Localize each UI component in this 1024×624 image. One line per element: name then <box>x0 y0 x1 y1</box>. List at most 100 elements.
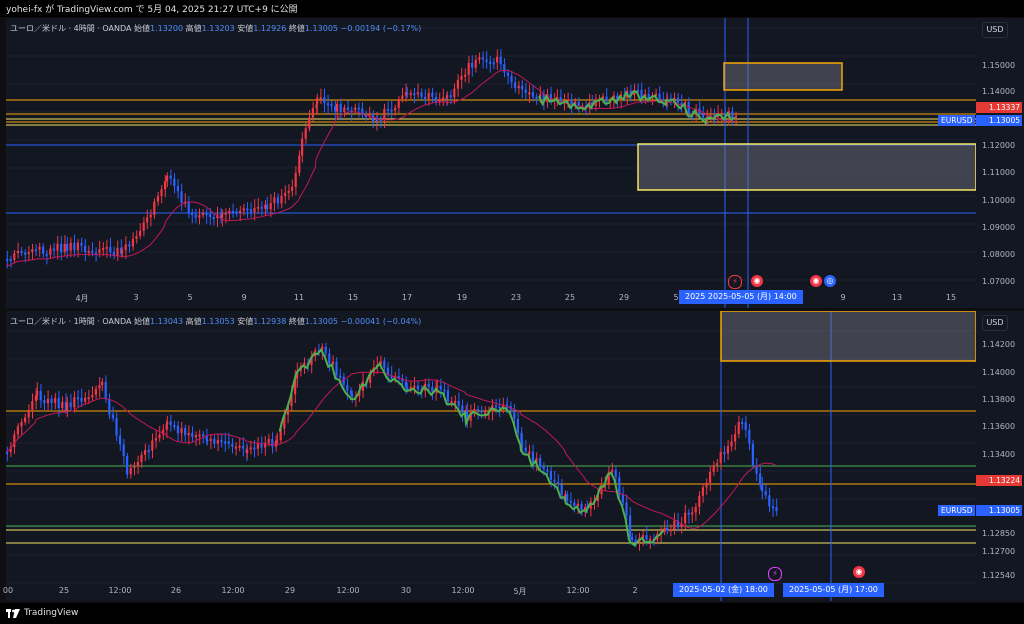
candle-body <box>291 186 294 191</box>
candle-body <box>775 506 778 512</box>
candle-body <box>42 246 45 254</box>
candle-body <box>34 395 37 402</box>
candle-body <box>69 402 72 408</box>
candle-body <box>397 98 400 108</box>
candle-body <box>154 438 157 441</box>
time-label: 29 <box>618 293 630 302</box>
high-value: 1.13053 <box>201 317 235 326</box>
candle-body <box>764 491 767 496</box>
candle-body <box>94 388 97 395</box>
candle-body <box>124 244 127 251</box>
candle-body <box>449 95 452 98</box>
candle-body <box>153 201 156 215</box>
time-label: 25 <box>58 586 70 595</box>
price-tag-current: 1.13005 <box>976 115 1022 126</box>
candle-body <box>467 62 470 75</box>
candle-body <box>280 195 283 204</box>
time-label: 11 <box>293 293 305 302</box>
candle-body <box>316 97 319 105</box>
candle-body <box>231 210 234 213</box>
tradingview-logo-icon <box>6 609 20 618</box>
candle-body <box>135 235 138 239</box>
close-value: 1.13005 <box>304 317 339 326</box>
candle-body <box>566 494 569 501</box>
candle-body <box>734 434 737 442</box>
candle-body <box>416 385 419 390</box>
candle-body <box>471 62 474 68</box>
candle-body <box>427 383 430 388</box>
candle-body <box>242 208 245 211</box>
candle-body <box>256 443 259 449</box>
candle-body <box>257 206 260 209</box>
time-label: 25 <box>564 293 576 302</box>
time-label: 12:00 <box>451 586 475 595</box>
price-axis-4h[interactable]: USD 1.15000 1.14000 1.12000 1.11000 1.10000 1… <box>938 18 1024 308</box>
candle-body <box>709 471 712 483</box>
candle-body <box>336 103 339 112</box>
candle-body <box>46 398 49 404</box>
price-tag-red: 1.13224 <box>976 475 1022 486</box>
candle-body <box>108 398 111 415</box>
candle-body <box>741 422 744 425</box>
candle-body <box>16 250 19 254</box>
symbol-tag: EURUSD <box>938 115 976 126</box>
candle-body <box>116 247 119 256</box>
low-value: 1.12938 <box>253 317 287 326</box>
chart-1h-canvas[interactable] <box>6 311 976 601</box>
candle-body <box>63 243 66 253</box>
price-tag-red: 1.13337 <box>976 102 1022 113</box>
price-label: 1.11000 <box>982 168 1016 177</box>
candle-body <box>220 440 223 443</box>
candle-body <box>498 406 501 409</box>
currency-button[interactable]: USD <box>982 22 1008 38</box>
price-axis-1h[interactable]: USD 1.14200 1.14000 1.13800 1.13600 1.13400 1… <box>938 311 1024 601</box>
candle-body <box>549 471 552 480</box>
candle-body <box>160 189 163 196</box>
candle-body <box>34 249 37 252</box>
candle-body <box>503 64 506 73</box>
candle-body <box>528 92 531 95</box>
time-label: 29 <box>284 586 296 595</box>
candle-body <box>191 213 194 216</box>
chart-4h-canvas[interactable] <box>6 18 976 308</box>
candle-body <box>443 389 446 392</box>
candle-body <box>104 381 107 399</box>
zone-box <box>637 143 976 191</box>
candle-body <box>126 455 129 475</box>
candle-body <box>128 244 131 247</box>
candle-body <box>631 536 634 540</box>
candle-body <box>180 191 183 203</box>
chart-4h[interactable]: ユーロ／米ドル · 4時間 · OANDA 始値1.13200 高値1.1320… <box>6 18 976 308</box>
candle-body <box>726 446 729 454</box>
candle-body <box>404 381 407 388</box>
candle-body <box>658 93 661 100</box>
time-label: 12:00 <box>336 586 360 595</box>
candle-body <box>539 458 542 467</box>
close-label: 終値 <box>288 317 305 326</box>
candle-body <box>424 96 427 99</box>
candle-body <box>198 215 201 218</box>
candle-body <box>492 62 495 65</box>
publish-info: yohei-fx が TradingView.com で 5月 04, 2025… <box>6 5 298 15</box>
candle-body <box>6 259 9 262</box>
candle-body <box>169 175 172 179</box>
candle-body <box>645 535 648 540</box>
candle-body <box>560 484 563 495</box>
candle-body <box>129 467 132 475</box>
price-label: 1.10000 <box>982 196 1016 205</box>
candle-body <box>383 108 386 120</box>
candle-body <box>676 97 679 104</box>
candle-body <box>212 217 215 220</box>
time-label: 9 <box>241 293 247 302</box>
candle-body <box>164 181 167 190</box>
candle-body <box>31 401 34 410</box>
chart-1h[interactable]: ユーロ／米ドル · 1時間 · OANDA 始値1.13043 高値1.1305… <box>3 311 976 601</box>
candle-body <box>144 450 147 455</box>
candle-body <box>43 400 46 404</box>
time-label: 23 <box>510 293 522 302</box>
candle-body <box>158 434 161 439</box>
currency-button[interactable]: USD <box>982 315 1008 331</box>
candle-body <box>663 527 666 532</box>
candle-body <box>406 387 409 390</box>
time-label: 17 <box>401 293 413 302</box>
